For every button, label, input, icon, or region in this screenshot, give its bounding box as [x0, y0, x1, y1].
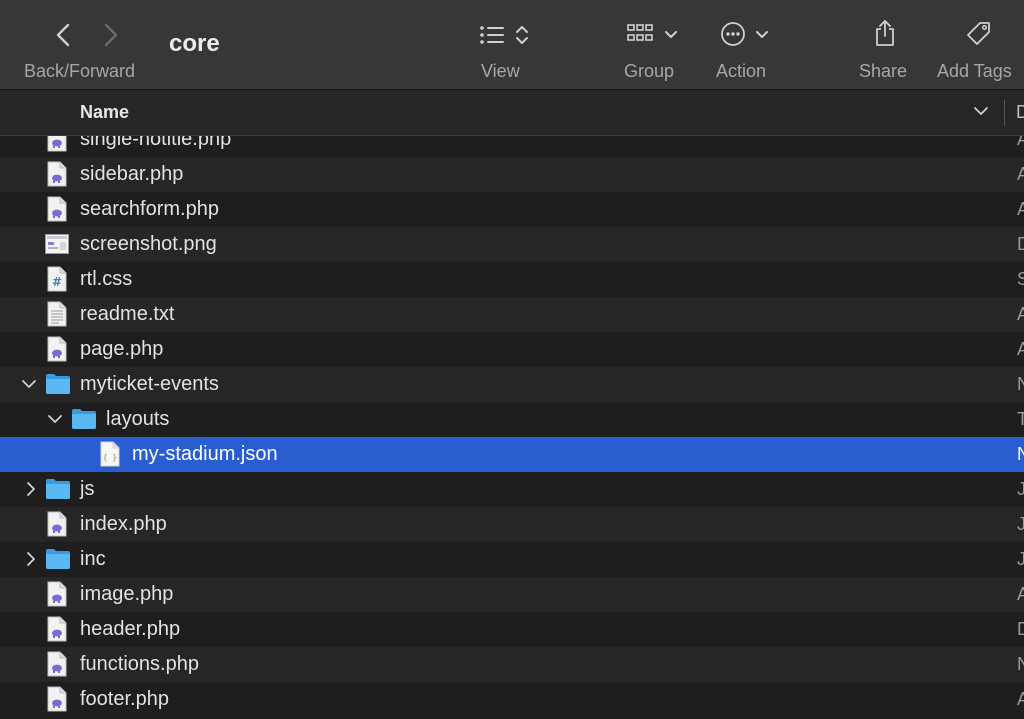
next-column-cell: N [1017, 374, 1024, 394]
view-label: View [481, 61, 520, 81]
folder-row[interactable]: myticket-events N [0, 367, 1024, 402]
share-label: Share [859, 61, 908, 81]
svg-text:{ }: { } [103, 453, 117, 462]
file-name: sidebar.php [80, 163, 184, 185]
folder-icon [71, 408, 97, 435]
next-column-cell: A [1017, 136, 1024, 149]
tag-icon[interactable] [965, 20, 993, 53]
file-name: rtl.css [80, 268, 133, 290]
file-row[interactable]: index.php J [0, 507, 1024, 542]
file-row[interactable]: sidebar.php A [0, 157, 1024, 192]
next-column-cell: T [1017, 409, 1024, 429]
file-name: header.php [80, 618, 181, 640]
next-column-cell: N [1017, 654, 1024, 674]
next-column-cell: J [1017, 549, 1024, 569]
back-forward-label: Back/Forward [24, 61, 136, 81]
add-tags-label: Add Tags [937, 61, 1012, 81]
column-header: Name D [0, 90, 1024, 136]
file-name: image.php [80, 583, 174, 605]
image-thumbnail-icon [45, 234, 69, 259]
file-name: index.php [80, 513, 167, 535]
folder-icon [45, 548, 71, 575]
file-row[interactable]: searchform.php A [0, 192, 1024, 227]
css-file-icon: # [47, 266, 67, 297]
folder-name: myticket-events [80, 373, 219, 395]
next-column-cell: S [1017, 269, 1024, 289]
file-row[interactable]: image.php A [0, 577, 1024, 612]
next-column-cell: A [1017, 199, 1024, 219]
next-column-cell: A [1017, 689, 1024, 709]
next-column-cell: J [1017, 479, 1024, 499]
file-row[interactable]: readme.txt A [0, 297, 1024, 332]
action-ellipsis-icon[interactable] [720, 20, 776, 53]
file-list: single-notitle.php A sidebar.php A searc… [0, 136, 1024, 719]
next-column-cell: J [1017, 514, 1024, 534]
file-name: screenshot.png [80, 233, 217, 255]
disclosure-collapsed-icon[interactable] [23, 481, 39, 502]
name-column-header[interactable]: Name [80, 102, 129, 123]
folder-icon [45, 478, 71, 505]
group-grid-icon[interactable] [627, 22, 683, 53]
disclosure-expanded-icon[interactable] [21, 376, 37, 397]
folder-name: js [80, 478, 95, 500]
forward-chevron-icon[interactable] [100, 23, 120, 52]
php-file-icon [47, 686, 67, 717]
file-row[interactable]: single-notitle.php A [0, 136, 1024, 157]
next-column-cell: N [1017, 444, 1024, 464]
php-file-icon [47, 136, 67, 157]
php-file-icon [47, 651, 67, 682]
file-name: page.php [80, 338, 164, 360]
file-name: readme.txt [80, 303, 175, 325]
share-icon[interactable] [873, 18, 897, 53]
folder-name: inc [80, 548, 106, 570]
file-name: footer.php [80, 688, 169, 710]
text-file-icon [47, 301, 67, 332]
file-name: functions.php [80, 653, 199, 675]
folder-row[interactable]: inc J [0, 542, 1024, 577]
php-file-icon [47, 196, 67, 227]
json-file-icon: { } [100, 441, 120, 472]
date-column-header[interactable]: D [1016, 102, 1024, 123]
php-file-icon [47, 581, 67, 612]
list-view-icon[interactable] [479, 22, 535, 53]
next-column-cell: D [1017, 619, 1024, 639]
next-column-cell: A [1017, 339, 1024, 359]
folder-row[interactable]: layouts T [0, 402, 1024, 437]
disclosure-expanded-icon[interactable] [47, 411, 63, 432]
php-file-icon [47, 511, 67, 542]
column-separator[interactable] [1004, 100, 1005, 126]
next-column-cell: A [1017, 304, 1024, 324]
folder-row[interactable]: js J [0, 472, 1024, 507]
file-row[interactable]: footer.php A [0, 682, 1024, 717]
file-name: searchform.php [80, 198, 219, 220]
php-file-icon [47, 336, 67, 367]
file-row[interactable]: functions.php N [0, 647, 1024, 682]
sort-chevron-icon[interactable] [972, 104, 990, 123]
file-row[interactable]: header.php D [0, 612, 1024, 647]
window-title: core [169, 30, 220, 57]
next-column-cell: A [1017, 584, 1024, 604]
group-label: Group [624, 61, 675, 81]
file-row[interactable]: # rtl.css S [0, 262, 1024, 297]
next-column-cell: A [1017, 164, 1024, 184]
toolbar: Back/Forward core View Group Action Shar… [0, 0, 1024, 90]
folder-icon [45, 373, 71, 400]
back-chevron-icon[interactable] [54, 23, 74, 52]
svg-text:#: # [52, 275, 62, 289]
file-row-selected[interactable]: { } my-stadium.json N [0, 437, 1024, 472]
file-name: single-notitle.php [80, 136, 232, 150]
php-file-icon [47, 616, 67, 647]
file-row[interactable]: screenshot.png D [0, 227, 1024, 262]
file-row[interactable]: page.php A [0, 332, 1024, 367]
folder-name: layouts [106, 408, 170, 430]
next-column-cell: D [1017, 234, 1024, 254]
file-name: my-stadium.json [132, 443, 278, 465]
php-file-icon [47, 161, 67, 192]
disclosure-collapsed-icon[interactable] [23, 551, 39, 572]
action-label: Action [716, 61, 767, 81]
